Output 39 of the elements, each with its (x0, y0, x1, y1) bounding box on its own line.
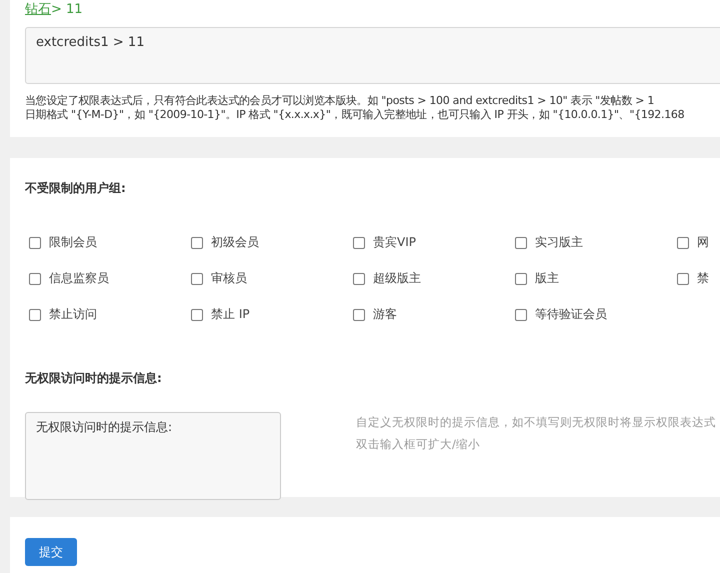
checkbox-label[interactable]: 实习版主 (535, 234, 583, 251)
checkbox-label[interactable]: 初级会员 (211, 234, 259, 251)
checkbox-label[interactable]: 限制会员 (49, 234, 97, 251)
hint-text: 双击输入框可扩大/缩小 (356, 436, 481, 453)
expression-field[interactable]: extcredits1 > 11 (25, 27, 720, 84)
checkbox[interactable] (191, 236, 203, 248)
checkbox[interactable] (515, 236, 527, 248)
group-link[interactable]: 钻石 (25, 1, 51, 25)
checkbox[interactable] (677, 272, 689, 284)
checkbox-label[interactable]: 等待验证会员 (535, 306, 607, 323)
section-title: 无权限访问时的提示信息: (25, 370, 163, 387)
submit-button[interactable]: 提交 (25, 538, 77, 566)
checkbox[interactable] (515, 272, 527, 284)
checkbox-label[interactable]: 贵宾VIP (373, 234, 416, 251)
checkbox[interactable] (29, 236, 41, 248)
checkbox-label[interactable]: 游客 (373, 306, 397, 323)
checkbox[interactable] (29, 308, 41, 320)
message-field[interactable]: 无权限访问时的提示信息: (25, 412, 281, 500)
checkbox[interactable] (191, 308, 203, 320)
checkbox[interactable] (29, 272, 41, 284)
checkbox[interactable] (353, 272, 365, 284)
checkbox-label[interactable]: 网 (697, 234, 709, 251)
help-text: 日期格式 "{Y-M-D}"，如 "{2009-10-1}"。IP 格式 "{x.x.x.x}"，既可输入完整地址，也可只输入 IP 开头，如 "{10.0.0.1}"、"{192.168 (25, 108, 686, 122)
checkbox-label[interactable]: 版主 (535, 270, 559, 287)
checkbox[interactable] (677, 236, 689, 248)
checkbox[interactable] (353, 308, 365, 320)
checkbox[interactable] (515, 308, 527, 320)
hint-text: 自定义无权限时的提示信息，如不填写则无权限时将显示权限表达式 (356, 414, 716, 431)
condition-text: > 11 (51, 1, 83, 19)
checkbox-label[interactable]: 信息监察员 (49, 270, 109, 287)
checkbox[interactable] (353, 236, 365, 248)
checkbox-label[interactable]: 禁 (697, 270, 709, 287)
checkbox-label[interactable]: 禁止访问 (49, 306, 97, 323)
help-text: 当您设定了权限表达式后，只有符合此表达式的会员才可以浏览本版块。如 "posts > 100 and extcredits1 > 10" 表示 "发帖数 > 1 (25, 94, 656, 108)
checkbox-label[interactable]: 禁止 IP (211, 306, 250, 323)
section-title: 不受限制的用户组: (25, 180, 127, 197)
checkbox-label[interactable]: 超级版主 (373, 270, 421, 287)
checkbox[interactable] (191, 272, 203, 284)
checkbox-label[interactable]: 审核员 (211, 270, 247, 287)
